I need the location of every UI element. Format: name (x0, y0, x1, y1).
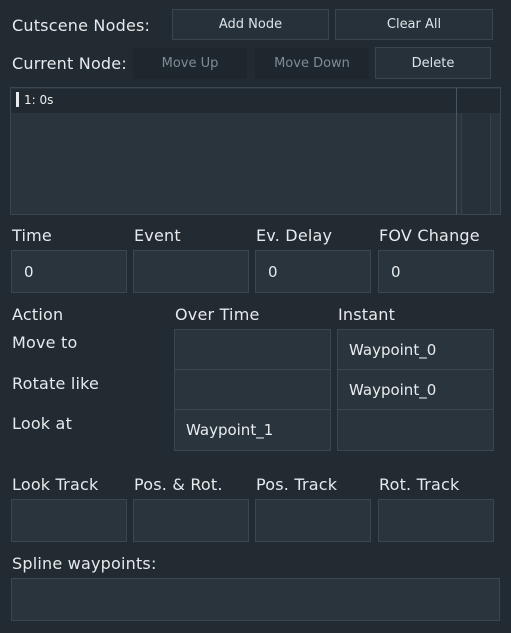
action-column-header: Action (12, 305, 64, 324)
current-node-label: Current Node: (12, 54, 127, 73)
cutscene-nodes-label: Cutscene Nodes: (12, 16, 151, 35)
move-up-button[interactable]: Move Up (133, 48, 247, 79)
look-track-field[interactable] (11, 499, 127, 542)
move-down-button[interactable]: Move Down (255, 48, 369, 79)
node-list-item[interactable]: 1: 0s (11, 89, 500, 113)
look-at-over-time-field[interactable]: Waypoint_1 (174, 409, 331, 451)
delete-button[interactable]: Delete (375, 47, 491, 79)
event-label: Event (134, 226, 181, 245)
spline-waypoints-field[interactable] (11, 578, 500, 621)
rotate-like-over-time-field[interactable] (174, 369, 331, 410)
rotate-like-instant-field[interactable]: Waypoint_0 (337, 369, 494, 410)
add-node-button[interactable]: Add Node (172, 9, 329, 40)
move-to-over-time-field[interactable] (174, 329, 331, 370)
instant-column-header: Instant (338, 305, 396, 324)
move-to-instant-field[interactable]: Waypoint_0 (337, 329, 494, 370)
scrollbar-divider (456, 88, 457, 214)
look-track-label: Look Track (12, 475, 99, 494)
event-input[interactable] (133, 250, 249, 293)
pos-track-field[interactable] (255, 499, 371, 542)
ev-delay-label: Ev. Delay (256, 226, 333, 245)
rot-track-label: Rot. Track (379, 475, 460, 494)
ev-delay-input[interactable]: 0 (255, 250, 371, 293)
rot-track-field[interactable] (378, 499, 494, 542)
look-at-instant-field[interactable] (337, 409, 494, 451)
clear-all-button[interactable]: Clear All (335, 9, 493, 40)
fov-change-label: FOV Change (379, 226, 480, 245)
pos-rot-field[interactable] (133, 499, 249, 542)
pos-rot-label: Pos. & Rot. (134, 475, 223, 494)
node-list-item-label: 1: 0s (24, 93, 54, 107)
spline-waypoints-label: Spline waypoints: (12, 554, 157, 573)
move-to-label: Move to (12, 333, 78, 352)
time-label: Time (12, 226, 52, 245)
pos-track-label: Pos. Track (256, 475, 338, 494)
vertical-scrollbar[interactable] (461, 114, 491, 214)
time-input[interactable]: 0 (11, 250, 127, 293)
fov-change-input[interactable]: 0 (378, 250, 494, 293)
look-at-label: Look at (12, 414, 73, 433)
over-time-column-header: Over Time (175, 305, 260, 324)
selection-marker (16, 92, 19, 107)
rotate-like-label: Rotate like (12, 374, 100, 393)
node-list[interactable]: 1: 0s (10, 87, 501, 215)
